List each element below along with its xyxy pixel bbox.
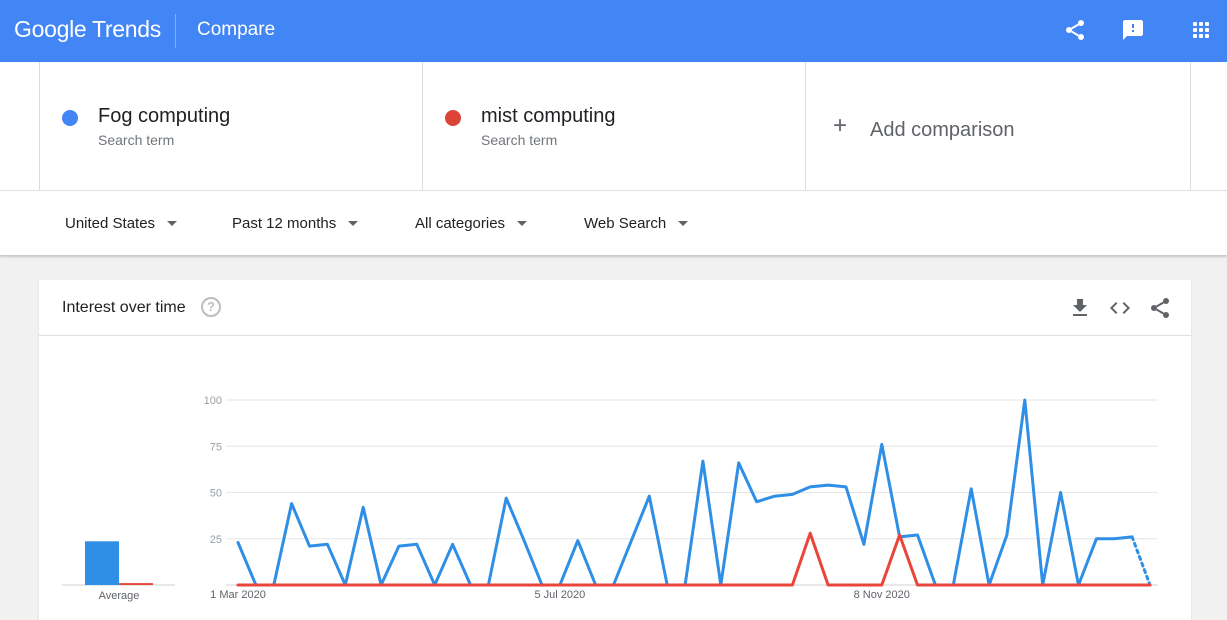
term-name[interactable]: mist computing <box>481 105 616 128</box>
time-range-dropdown[interactable]: Past 12 months <box>232 215 359 232</box>
embed-icon[interactable] <box>1108 296 1132 320</box>
term-type: Search term <box>98 132 175 148</box>
term-name[interactable]: Fog computing <box>98 105 230 128</box>
caret-down-icon <box>348 220 359 226</box>
card-title: Interest over time <box>62 299 186 316</box>
feedback-icon[interactable] <box>1121 18 1145 42</box>
plus-icon: + <box>833 112 848 139</box>
interest-over-time-card: Interest over time ? <box>39 280 1191 620</box>
series-color-dot <box>62 110 78 126</box>
app-header: Google Trends Compare <box>0 0 1227 62</box>
compare-terms: Fog computing Search term mist computing… <box>0 62 1227 190</box>
caret-down-icon <box>167 220 178 226</box>
add-comparison-button[interactable]: + Add comparison <box>805 62 1191 190</box>
category-dropdown[interactable]: All categories <box>415 215 528 232</box>
term-card-fog[interactable]: Fog computing Search term <box>39 62 423 190</box>
term-card-mist[interactable]: mist computing Search term <box>422 62 806 190</box>
help-icon[interactable]: ? <box>201 297 221 317</box>
download-icon[interactable] <box>1068 296 1092 320</box>
time-range-label: Past 12 months <box>232 215 337 232</box>
header-divider <box>175 14 176 48</box>
search-property-dropdown[interactable]: Web Search <box>584 215 689 232</box>
filter-bar: United States Past 12 months All categor… <box>0 190 1227 255</box>
category-label: All categories <box>415 215 506 232</box>
add-comparison-label: Add comparison <box>870 119 1015 141</box>
region-label: United States <box>65 215 156 232</box>
caret-down-icon <box>517 220 528 226</box>
apps-icon[interactable] <box>1189 18 1213 42</box>
series-color-dot <box>445 110 461 126</box>
search-property-label: Web Search <box>584 215 667 232</box>
google-trends-logo[interactable]: Google Trends <box>14 16 161 43</box>
region-dropdown[interactable]: United States <box>65 215 178 232</box>
share-icon[interactable] <box>1148 296 1172 320</box>
page-title: Compare <box>197 19 276 40</box>
share-icon[interactable] <box>1063 18 1087 42</box>
caret-down-icon <box>678 220 689 226</box>
card-header: Interest over time ? <box>39 280 1191 336</box>
term-type: Search term <box>481 132 558 148</box>
